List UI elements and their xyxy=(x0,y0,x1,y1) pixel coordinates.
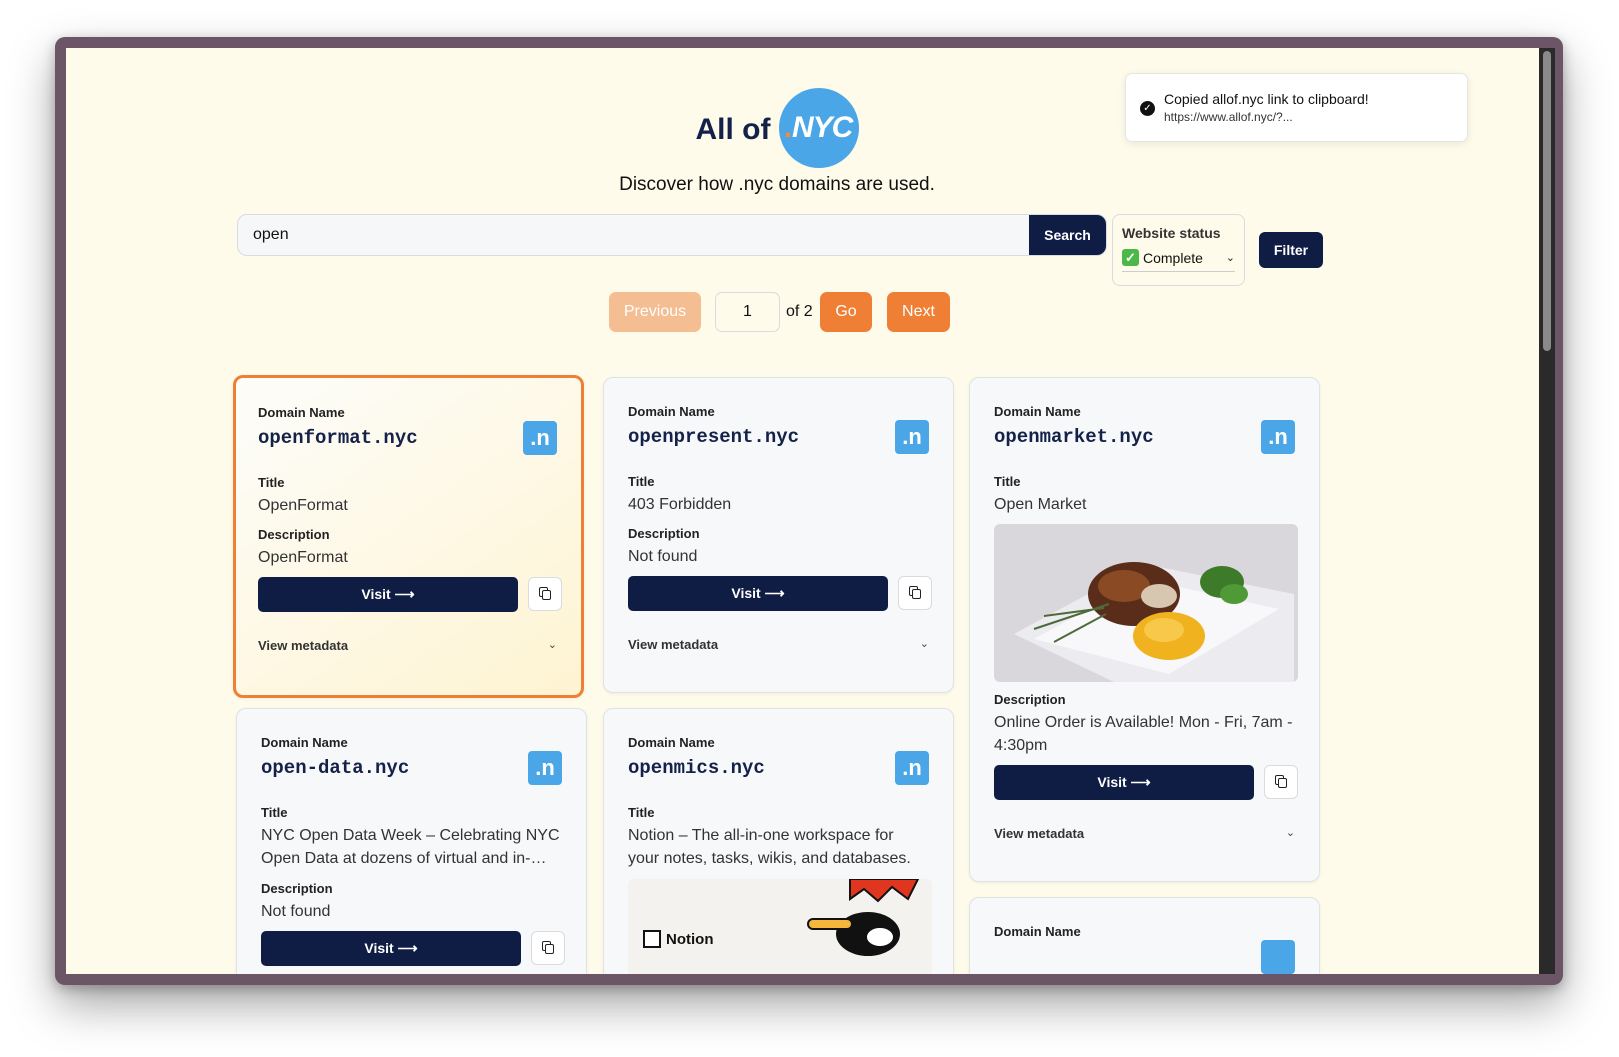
view-metadata-toggle[interactable]: View metadata xyxy=(994,826,1084,841)
domain-name: openpresent.nyc xyxy=(628,426,800,448)
nyc-n-icon: .n xyxy=(895,751,929,785)
chevron-down-icon: ⌄ xyxy=(1225,252,1235,264)
next-button[interactable]: Next xyxy=(887,292,950,332)
description-label: Description xyxy=(258,527,330,542)
title-label: Title xyxy=(258,475,285,490)
status-selected-value: Complete xyxy=(1143,249,1203,266)
domain-name: openformat.nyc xyxy=(258,427,418,449)
description-label: Description xyxy=(261,881,333,896)
description-value: Not found xyxy=(261,903,331,920)
description-value: Not found xyxy=(628,548,698,565)
nyc-n-icon xyxy=(1261,940,1295,974)
page-number-input[interactable] xyxy=(715,292,780,332)
vertical-scrollbar[interactable] xyxy=(1539,48,1555,974)
chevron-down-icon[interactable]: ⌄ xyxy=(920,637,929,650)
description-value: OpenFormat xyxy=(258,549,348,566)
site-preview-image xyxy=(994,524,1298,682)
nyc-logo-icon: . NYC xyxy=(778,88,859,168)
description-label: Description xyxy=(994,692,1066,707)
search-button[interactable]: Search xyxy=(1029,215,1106,255)
domain-name-label: Domain Name xyxy=(261,735,348,750)
checkmark-icon: ✓ xyxy=(1122,249,1139,266)
nyc-n-icon: .n xyxy=(523,421,557,455)
nyc-n-icon: .n xyxy=(1261,420,1295,454)
title-label: Title xyxy=(628,474,655,489)
copy-link-button[interactable] xyxy=(1264,765,1298,799)
site-preview-image: Notion xyxy=(628,879,932,974)
title-label: Title xyxy=(628,805,655,820)
view-metadata-toggle[interactable]: View metadata xyxy=(628,637,718,652)
chevron-down-icon[interactable]: ⌄ xyxy=(1286,826,1295,839)
food-plate-image xyxy=(994,524,1298,682)
domain-name-label: Domain Name xyxy=(628,404,715,419)
scrollbar-thumb[interactable] xyxy=(1543,51,1551,351)
clipboard-toast: ✓ Copied allof.nyc link to clipboard! ht… xyxy=(1125,73,1468,142)
title-value: NYC Open Data Week – Celebrating NYC Ope… xyxy=(261,827,560,867)
logo-text: All of xyxy=(695,113,771,146)
domain-name-label: Domain Name xyxy=(628,735,715,750)
domain-card: Domain Name openmics.nyc .n Title Notion… xyxy=(603,708,954,974)
description-label: Description xyxy=(628,526,700,541)
toast-subtitle: https://www.allof.nyc/?... xyxy=(1164,110,1293,124)
copy-link-button[interactable] xyxy=(528,577,562,611)
copy-link-button[interactable] xyxy=(531,931,565,965)
chevron-down-icon[interactable]: ⌄ xyxy=(548,638,557,651)
domain-name-label: Domain Name xyxy=(994,924,1081,939)
nyc-n-icon: .n xyxy=(528,751,562,785)
page-viewport: All of . NYC Discover how .nyc domains ar… xyxy=(66,48,1539,974)
domain-name: openmarket.nyc xyxy=(994,426,1154,448)
domain-card: Domain Name openmarket.nyc .n Title Open… xyxy=(969,377,1320,882)
view-metadata-toggle[interactable]: View metadata xyxy=(258,638,348,653)
notion-logo-text: Notion xyxy=(666,931,714,948)
copy-link-button[interactable] xyxy=(898,576,932,610)
title-value: OpenFormat xyxy=(258,497,348,514)
page-count: of 2 xyxy=(786,303,813,320)
visit-button[interactable]: Visit ⟶ xyxy=(261,931,521,966)
previous-button[interactable]: Previous xyxy=(609,292,701,332)
tagline: Discover how .nyc domains are used. xyxy=(619,174,935,195)
website-status-filter: Website status ✓ Complete ⌄ xyxy=(1112,214,1245,286)
domain-card: Domain Name xyxy=(969,897,1320,974)
notion-illustration xyxy=(628,879,932,974)
visit-button[interactable]: Visit ⟶ xyxy=(628,576,888,611)
title-label: Title xyxy=(261,805,288,820)
visit-button[interactable]: Visit ⟶ xyxy=(994,765,1254,800)
status-label: Website status xyxy=(1122,225,1221,241)
domain-name-label: Domain Name xyxy=(994,404,1081,419)
title-value: Notion – The all-in-one workspace for yo… xyxy=(628,827,911,867)
status-select[interactable]: ✓ Complete ⌄ xyxy=(1122,249,1235,272)
search-bar: Search xyxy=(237,214,1107,256)
domain-name: openmics.nyc xyxy=(628,757,765,779)
domain-card: Domain Name openformat.nyc .n Title Open… xyxy=(233,375,584,698)
title-value: Open Market xyxy=(994,496,1087,513)
check-circle-icon: ✓ xyxy=(1140,101,1155,116)
filter-button[interactable]: Filter xyxy=(1259,232,1323,268)
title-label: Title xyxy=(994,474,1021,489)
description-value: Online Order is Available! Mon - Fri, 7a… xyxy=(994,714,1293,754)
title-value: 403 Forbidden xyxy=(628,496,732,513)
toast-title: Copied allof.nyc link to clipboard! xyxy=(1164,91,1369,107)
domain-card: Domain Name openpresent.nyc .n Title 403… xyxy=(603,377,954,693)
visit-button[interactable]: Visit ⟶ xyxy=(258,577,518,612)
domain-name-label: Domain Name xyxy=(258,405,345,420)
domain-name: open-data.nyc xyxy=(261,757,410,779)
nyc-n-icon: .n xyxy=(895,420,929,454)
search-input[interactable] xyxy=(238,215,1029,255)
browser-window: All of . NYC Discover how .nyc domains ar… xyxy=(55,37,1563,985)
domain-card: Domain Name open-data.nyc .n Title NYC O… xyxy=(236,708,587,974)
go-button[interactable]: Go xyxy=(820,292,872,332)
